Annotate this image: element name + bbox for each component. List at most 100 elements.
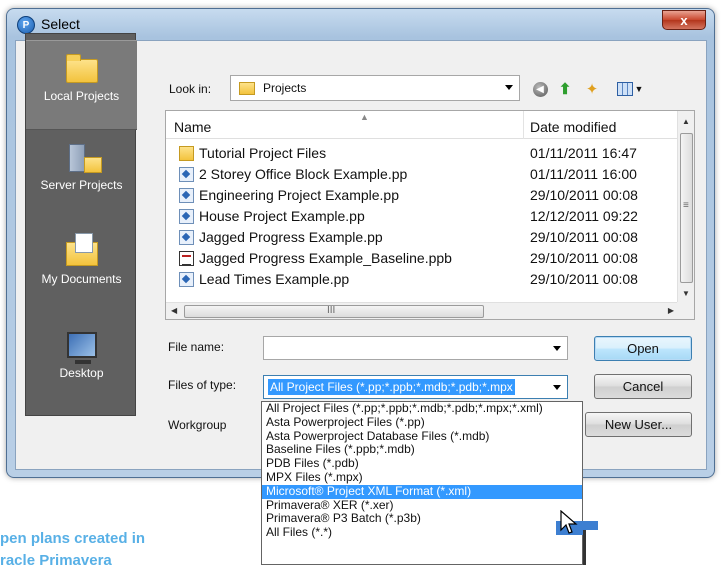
place-my-documents[interactable]: My Documents [26,224,137,314]
back-button[interactable]: ◀ [530,80,550,98]
place-label: Local Projects [43,89,120,103]
views-icon [616,82,633,96]
pp-file-icon [179,230,194,245]
dropdown-edge [583,530,600,565]
file-type-option[interactable]: PDB Files (*.pdb) [262,456,582,471]
vertical-scrollbar[interactable]: ▲ ≡ ▼ [677,111,694,304]
server-folder-icon [63,142,102,174]
new-folder-icon: ✦ [585,81,599,98]
chevron-down-icon[interactable] [553,385,561,390]
file-row[interactable]: House Project Example.pp 12/12/2011 09:2… [166,206,679,227]
place-label: Desktop [59,366,104,380]
places-bar: Local Projects Server Projects My Docume… [25,33,137,416]
place-desktop[interactable]: Desktop [26,318,137,408]
window-title: Select [41,16,80,32]
column-header-date[interactable]: Date modified [530,119,616,135]
file-type-option[interactable]: All Project Files (*.pp;*.ppb;*.mdb;*.pd… [262,402,582,416]
place-local-projects[interactable]: Local Projects [26,40,137,130]
file-list[interactable]: ▲ Name Date modified Tutorial Project Fi… [165,110,695,320]
file-row[interactable]: Engineering Project Example.pp 29/10/201… [166,185,679,206]
folder-icon [179,146,194,161]
file-row[interactable]: Jagged Progress Example_Baseline.ppb 29/… [166,248,679,269]
workgroup-label: Workgroup [168,418,227,432]
vertical-scroll-thumb[interactable]: ≡ [680,133,693,283]
file-name: Lead Times Example.pp [199,271,350,287]
scroll-right-icon[interactable]: ▶ [668,306,674,315]
place-label: Server Projects [40,178,123,192]
new-folder-button[interactable]: ✦ [582,80,602,98]
file-row[interactable]: Tutorial Project Files 01/11/2011 16:47 [166,143,679,164]
file-name: Jagged Progress Example.pp [199,229,383,245]
scroll-grip: ≡ [683,200,689,211]
desktop-icon [63,330,101,364]
caption-text: pen plans created in racle Primavera [0,528,145,565]
file-type-options-list[interactable]: All Project Files (*.pp;*.ppb;*.mdb;*.pd… [261,401,583,565]
file-type-option[interactable]: Asta Powerproject Files (*.pp) [262,415,582,430]
column-divider[interactable] [523,111,524,139]
file-type-option[interactable]: Primavera® P3 Batch (*.p3b) [262,512,582,526]
file-name-label: File name: [168,340,225,354]
file-type-option[interactable]: MPX Files (*.mpx) [262,470,582,485]
new-user-button[interactable]: New User... [585,412,692,437]
file-type-dropdown[interactable]: All Project Files (*.pp;*.ppb;*.mdb;*.pd… [263,375,568,399]
file-row[interactable]: 2 Storey Office Block Example.pp 01/11/2… [166,164,679,185]
look-in-label: Look in: [169,82,212,96]
file-name: Jagged Progress Example_Baseline.ppb [199,250,452,266]
cancel-button[interactable]: Cancel [594,374,692,399]
caption-line-1: pen plans created in [0,530,146,547]
mouse-cursor-icon [560,510,578,534]
scroll-left-icon[interactable]: ◀ [171,306,177,315]
close-button[interactable]: x [662,10,706,30]
look-in-value: Projects [263,81,307,95]
scroll-down-icon[interactable]: ▼ [682,289,690,298]
chevron-down-icon: ▼ [634,84,644,94]
horizontal-scroll-thumb[interactable]: III [184,305,484,318]
chevron-down-icon [505,85,513,90]
file-row[interactable]: Jagged Progress Example.pp 29/10/2011 00… [166,227,679,248]
file-name-input[interactable] [263,336,568,360]
file-date: 01/11/2011 16:47 [530,145,637,161]
pp-file-icon [179,188,194,203]
views-menu-button[interactable]: ▼ [613,80,647,98]
file-name: House Project Example.pp [199,208,365,224]
file-date: 29/10/2011 00:08 [530,229,638,245]
file-name: Engineering Project Example.pp [199,187,400,203]
file-date: 29/10/2011 00:08 [530,250,638,266]
scroll-grip: III [327,305,336,316]
file-type-option[interactable]: All Files (*.*) [262,525,582,540]
place-label: My Documents [41,272,122,286]
chevron-down-icon[interactable] [553,346,561,351]
file-date: 29/10/2011 00:08 [530,271,638,287]
file-name: Tutorial Project Files [199,145,327,161]
up-folder-button[interactable]: ⬆ [555,80,575,98]
pp-file-icon [179,209,194,224]
column-header-name[interactable]: Name [174,119,211,135]
folder-icon [239,81,255,95]
file-date: 29/10/2011 00:08 [530,187,638,203]
documents-folder-icon [63,233,101,268]
file-type-option[interactable]: Asta Powerproject Database Files (*.mdb) [262,429,582,444]
place-server-projects[interactable]: Server Projects [26,130,137,220]
pp-file-icon [179,272,194,287]
look-in-dropdown[interactable]: Projects [230,75,520,101]
file-type-option[interactable]: Baseline Files (*.ppb;*.mdb) [262,443,582,457]
file-type-label: Files of type: [168,378,237,392]
caption-line-2: racle Primavera [0,552,112,565]
sort-ascending-icon: ▲ [360,112,369,122]
open-button[interactable]: Open [594,336,692,361]
file-list-header: ▲ Name Date modified [166,111,679,139]
file-type-option-highlighted[interactable]: Microsoft® Project XML Format (*.xml) [262,484,582,499]
file-name: 2 Storey Office Block Example.pp [199,166,408,182]
horizontal-scrollbar[interactable]: ◀ III ▶ [166,302,679,319]
app-logo-icon: P [17,16,35,34]
ppb-file-icon [179,251,194,266]
scroll-corner [677,302,694,319]
back-arrow-icon: ◀ [532,81,548,97]
scroll-up-icon[interactable]: ▲ [682,117,690,126]
file-date: 01/11/2011 16:00 [530,166,637,182]
folder-icon [63,53,101,85]
file-type-option[interactable]: Primavera® XER (*.xer) [262,498,582,513]
file-row[interactable]: Lead Times Example.pp 29/10/2011 00:08 [166,269,679,290]
file-type-value: All Project Files (*.pp;*.ppb;*.mdb;*.pd… [268,379,515,395]
file-date: 12/12/2011 09:22 [530,208,638,224]
